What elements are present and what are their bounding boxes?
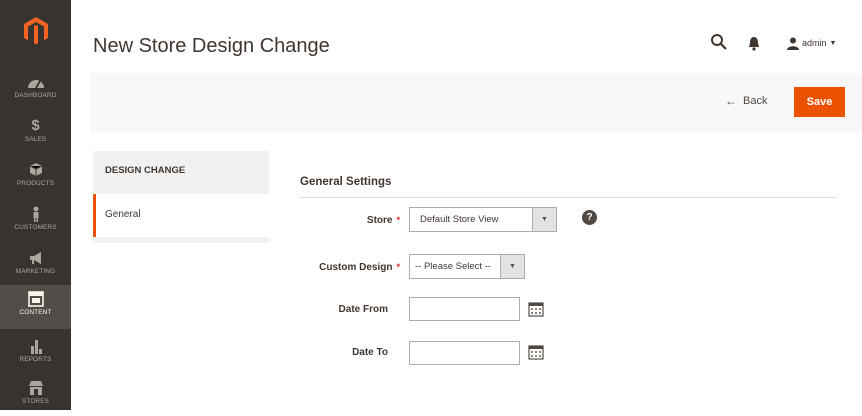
nav-label-reports: REPORTS xyxy=(19,356,52,363)
layout-icon xyxy=(27,291,44,307)
cube-icon xyxy=(29,163,42,176)
admin-username: admin xyxy=(802,38,827,48)
bar-chart-icon xyxy=(30,340,42,354)
nav-label-sales: SALES xyxy=(24,136,47,143)
date-to-input[interactable] xyxy=(409,341,520,365)
bell-icon[interactable] xyxy=(747,35,761,51)
user-icon xyxy=(787,37,799,50)
chevron-down-icon: ▼ xyxy=(829,39,837,47)
nav-label-dashboard: DASHBOARD xyxy=(14,92,57,99)
nav-item-customers[interactable]: CUSTOMERS xyxy=(0,202,71,242)
dropdown-arrow-icon: ▼ xyxy=(500,255,524,278)
custom-design-label-text: Custom Design xyxy=(319,262,393,273)
page-title: New Store Design Change xyxy=(93,35,330,57)
search-icon[interactable] xyxy=(710,33,728,51)
nav-item-marketing[interactable]: MARKETING xyxy=(0,246,71,286)
required-marker: * xyxy=(396,262,400,272)
design-change-tabs: DESIGN CHANGE General xyxy=(93,151,269,243)
nav-item-dashboard[interactable]: DASHBOARD xyxy=(0,70,71,110)
nav-item-products[interactable]: PRODUCTS xyxy=(0,158,71,198)
nav-label-products: PRODUCTS xyxy=(16,180,55,187)
back-button-label: Back xyxy=(743,95,768,107)
nav-item-reports[interactable]: REPORTS xyxy=(0,334,71,374)
nav-label-marketing: MARKETING xyxy=(15,268,56,275)
date-from-input[interactable] xyxy=(409,297,520,321)
store-select-value: Default Store View xyxy=(420,214,499,225)
store-label-text: Store xyxy=(366,215,393,226)
person-icon xyxy=(33,206,38,222)
dropdown-arrow-icon: ▼ xyxy=(532,208,556,231)
required-marker: * xyxy=(396,215,400,225)
nav-item-content[interactable]: CONTENT xyxy=(0,285,71,329)
magento-logo[interactable] xyxy=(0,0,71,62)
custom-design-select-value: -- Please Select -- xyxy=(415,261,492,272)
nav-label-stores: STORES xyxy=(21,398,50,405)
admin-sidebar: DASHBOARD $ SALES PRODUCTS CUSTOMERS MAR… xyxy=(0,0,71,410)
help-icon[interactable]: ? xyxy=(582,210,597,225)
tabs-title: DESIGN CHANGE xyxy=(93,151,269,194)
back-button[interactable]: ← Back xyxy=(725,94,767,108)
date-from-label: Date From xyxy=(338,304,388,315)
dashboard-icon xyxy=(27,80,44,89)
store-select[interactable]: Default Store View ▼ xyxy=(409,207,557,232)
nav-label-content: CONTENT xyxy=(19,309,52,316)
section-title: General Settings xyxy=(300,176,392,188)
nav-label-customers: CUSTOMERS xyxy=(14,224,57,231)
tabs-footer xyxy=(93,237,269,243)
custom-design-field-label: Custom Design * xyxy=(300,262,400,273)
dollar-icon: $ xyxy=(31,117,40,134)
arrow-left-icon: ← xyxy=(725,94,737,108)
calendar-icon[interactable] xyxy=(528,301,544,317)
tab-general[interactable]: General xyxy=(93,194,269,237)
date-to-label: Date To xyxy=(352,347,388,358)
storefront-icon xyxy=(28,381,43,395)
nav-item-stores[interactable]: STORES xyxy=(0,376,71,416)
nav-item-sales[interactable]: $ SALES xyxy=(0,114,71,154)
custom-design-select[interactable]: -- Please Select -- ▼ xyxy=(409,254,525,279)
save-button[interactable]: Save xyxy=(794,87,845,117)
megaphone-icon xyxy=(29,252,41,264)
store-field-label: Store * xyxy=(300,215,400,226)
admin-user-menu[interactable]: admin ▼ xyxy=(787,34,836,52)
calendar-icon[interactable] xyxy=(528,344,544,360)
section-divider xyxy=(300,197,836,198)
